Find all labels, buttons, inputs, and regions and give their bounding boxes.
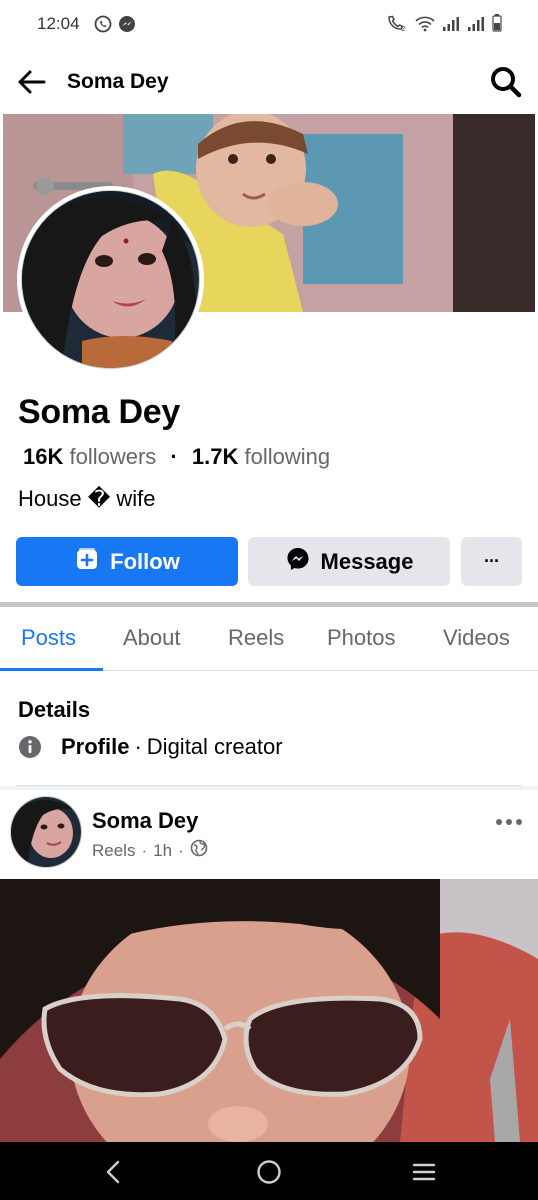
following-count[interactable]: 1.7K (192, 444, 238, 469)
info-icon (18, 735, 42, 759)
signal-icon (467, 16, 485, 37)
back-button[interactable] (14, 64, 50, 100)
followers-count[interactable]: 16K (23, 444, 63, 469)
nav-recents-button[interactable] (408, 1156, 440, 1188)
nav-home-button[interactable] (253, 1156, 285, 1188)
messenger-icon (285, 546, 311, 578)
add-friend-icon (74, 546, 100, 578)
search-icon (488, 67, 524, 104)
whatsapp-icon (94, 15, 112, 38)
follow-label: Follow (110, 548, 180, 574)
post-type: Reels (92, 840, 136, 860)
tab-about[interactable]: About (123, 625, 181, 651)
chevron-left-icon (98, 1160, 130, 1192)
follow-button[interactable]: Follow (16, 537, 238, 586)
more-dots-icon: ··· (484, 551, 500, 571)
profile-name: Soma Dey (18, 393, 181, 431)
more-horizontal-icon (494, 819, 524, 836)
profile-bio: House � wife (18, 486, 156, 511)
message-button[interactable]: Message (248, 537, 450, 586)
wifi-icon (415, 16, 435, 37)
post-author-name[interactable]: Soma Dey (92, 808, 198, 834)
tab-videos[interactable]: Videos (443, 625, 510, 651)
post-author-avatar[interactable] (10, 796, 82, 868)
globe-icon (190, 839, 208, 862)
meta-dot: · (178, 840, 184, 860)
tab-reels[interactable]: Reels (228, 625, 284, 651)
details-row: Profile · Digital creator (18, 734, 283, 760)
page-title: Soma Dey (67, 70, 169, 93)
nav-back-button[interactable] (98, 1156, 130, 1188)
profile-header: Soma Dey (0, 56, 538, 108)
home-circle-icon (253, 1160, 285, 1192)
more-actions-button[interactable]: ··· (461, 537, 522, 586)
details-value: Digital creator (146, 734, 283, 759)
post-options-button[interactable] (494, 812, 524, 832)
profile-tabs: Posts About Reels Photos Videos (0, 607, 538, 671)
system-nav-bar (0, 1142, 538, 1200)
message-label: Message (320, 548, 414, 574)
post-video-thumbnail[interactable] (0, 879, 538, 1142)
tab-posts[interactable]: Posts (21, 625, 76, 651)
following-label[interactable]: following (244, 444, 330, 469)
tab-photos[interactable]: Photos (327, 625, 396, 651)
post-time[interactable]: 1h (153, 841, 172, 861)
volte-call-icon: 2 (386, 14, 408, 37)
recents-icon (408, 1163, 440, 1192)
active-tab-indicator (0, 668, 103, 671)
svg-text:2: 2 (401, 25, 405, 32)
follow-stats: 16K followers · 1.7K following (23, 444, 330, 470)
followers-label[interactable]: followers (69, 444, 156, 469)
status-bar: 12:04 2 (0, 0, 538, 50)
battery-icon (492, 14, 502, 37)
status-time: 12:04 (37, 14, 80, 33)
messenger-status-icon (118, 15, 136, 38)
search-button[interactable] (488, 64, 524, 100)
meta-dot: · (141, 840, 148, 860)
signal-icon (442, 16, 460, 37)
details-title: Details (18, 697, 91, 722)
stats-separator: · (170, 444, 178, 469)
details-label: Profile (61, 734, 130, 759)
details-separator: · (134, 734, 142, 759)
feed-separator (0, 786, 538, 790)
post-meta: Reels · 1h · (92, 839, 208, 862)
arrow-left-icon (14, 70, 50, 104)
profile-avatar[interactable] (17, 186, 204, 373)
